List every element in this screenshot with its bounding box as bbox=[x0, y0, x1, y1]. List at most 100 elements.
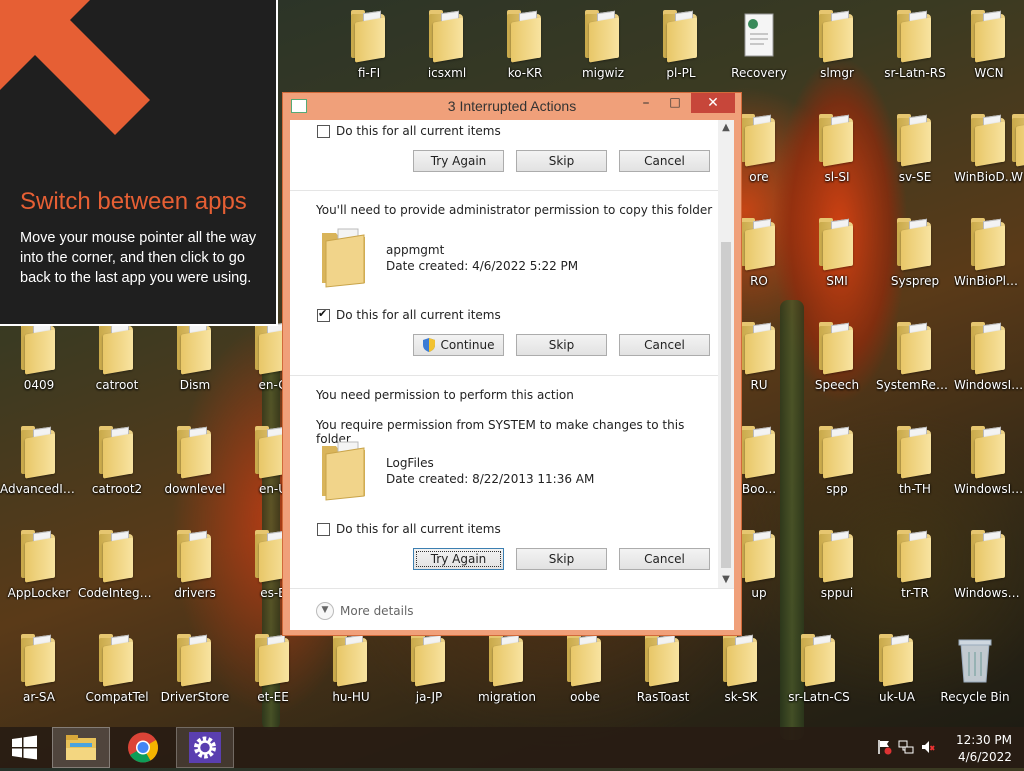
action-center-flag-icon[interactable] bbox=[876, 739, 892, 755]
folder-icon bbox=[895, 10, 935, 63]
desktop-icon-label: uk-UA bbox=[879, 690, 915, 704]
close-button[interactable]: ✕ bbox=[691, 93, 735, 113]
desktop-icon[interactable]: SMI bbox=[798, 214, 876, 314]
desktop-icon[interactable]: Sysprep bbox=[876, 214, 954, 314]
desktop-icon[interactable]: et-EE bbox=[234, 630, 312, 730]
desktop-icon[interactable]: catroot bbox=[78, 318, 156, 418]
folder-icon bbox=[253, 634, 293, 687]
file-entry[interactable]: LogFiles Date created: 8/22/2013 11:36 A… bbox=[320, 438, 680, 508]
apply-all-checkbox-2[interactable]: Do this for all current items bbox=[317, 307, 501, 322]
desktop-icon[interactable]: downlevel bbox=[156, 422, 234, 522]
desktop-icon[interactable]: drivers bbox=[156, 526, 234, 626]
scroll-up-icon[interactable]: ▲ bbox=[718, 120, 734, 136]
continue-button[interactable]: Continue bbox=[413, 334, 504, 356]
desktop-icon[interactable]: ko-KR bbox=[486, 6, 564, 106]
folder-icon bbox=[331, 634, 371, 687]
skip-button[interactable]: Skip bbox=[516, 548, 607, 570]
desktop-icon[interactable]: 0409 bbox=[0, 318, 78, 418]
desktop-icon[interactable]: DriverStore bbox=[156, 630, 234, 730]
desktop-icon[interactable]: CompatTel bbox=[78, 630, 156, 730]
desktop-icon[interactable]: hu-HU bbox=[312, 630, 390, 730]
arrow-up-left-icon bbox=[0, 0, 150, 135]
folder-icon bbox=[739, 426, 779, 479]
desktop-icon-label: CodeIntegrity bbox=[78, 586, 156, 600]
desktop-icon-label: sr-Latn-CS bbox=[788, 690, 850, 704]
vertical-scrollbar[interactable]: ▲ ▼ bbox=[718, 120, 734, 588]
desktop-icon[interactable]: sv-SE bbox=[876, 110, 954, 210]
file-entry[interactable]: appmgmt Date created: 4/6/2022 5:22 PM bbox=[320, 225, 680, 295]
checkbox-box[interactable] bbox=[317, 522, 330, 536]
checkbox-box[interactable] bbox=[317, 307, 330, 322]
desktop-icon-label: pl-PL bbox=[666, 66, 696, 80]
desktop-icon[interactable]: fi-FI bbox=[330, 6, 408, 106]
desktop-icon[interactable]: sl-SI bbox=[798, 110, 876, 210]
desktop-icon[interactable]: icsxml bbox=[408, 6, 486, 106]
desktop-icon[interactable]: W bbox=[1010, 110, 1024, 210]
desktop-icon[interactable]: migwiz bbox=[564, 6, 642, 106]
start-button[interactable] bbox=[0, 727, 48, 768]
dialog-titlebar[interactable]: 3 Interrupted Actions – □ ✕ bbox=[283, 93, 741, 119]
folder-icon bbox=[739, 114, 779, 167]
desktop-icon[interactable]: Dism bbox=[156, 318, 234, 418]
desktop-icon[interactable]: oobe bbox=[546, 630, 624, 730]
desktop-icon[interactable]: slmgr bbox=[798, 6, 876, 106]
checkbox-box[interactable] bbox=[317, 124, 330, 138]
desktop-icon[interactable]: WindowsInt... bbox=[954, 318, 1024, 418]
desktop-icon[interactable]: WCN bbox=[954, 6, 1024, 106]
desktop-icon[interactable]: spp bbox=[798, 422, 876, 522]
try-again-button[interactable]: Try Again bbox=[413, 150, 504, 172]
clock-time[interactable]: 12:30 PM bbox=[956, 733, 1012, 747]
checkbox-label: Do this for all current items bbox=[336, 522, 501, 536]
apply-all-checkbox-3[interactable]: Do this for all current items bbox=[317, 522, 501, 536]
desktop-icon-label: sk-SK bbox=[724, 690, 758, 704]
desktop-icon[interactable]: catroot2 bbox=[78, 422, 156, 522]
desktop-icon[interactable]: AppLocker bbox=[0, 526, 78, 626]
volume-muted-icon[interactable] bbox=[920, 739, 936, 755]
folder-icon bbox=[175, 426, 215, 479]
desktop-icon[interactable]: WindowsInt... bbox=[954, 422, 1024, 522]
desktop-icon[interactable]: Recovery bbox=[720, 6, 798, 106]
taskbar-file-explorer[interactable] bbox=[52, 727, 110, 768]
desktop-icon[interactable]: AdvancedIn... bbox=[0, 422, 78, 522]
cancel-button[interactable]: Cancel bbox=[619, 150, 710, 172]
apply-all-checkbox-1[interactable]: Do this for all current items bbox=[317, 124, 501, 138]
skip-button[interactable]: Skip bbox=[516, 150, 607, 172]
desktop-icon[interactable]: migration bbox=[468, 630, 546, 730]
desktop-icon[interactable]: SystemRese... bbox=[876, 318, 954, 418]
desktop-icon-label: migwiz bbox=[581, 66, 625, 80]
desktop-icon[interactable]: WinBioPlug... bbox=[954, 214, 1024, 314]
desktop-icon[interactable]: sk-SK bbox=[702, 630, 780, 730]
cancel-button[interactable]: Cancel bbox=[619, 548, 710, 570]
cancel-button[interactable]: Cancel bbox=[619, 334, 710, 356]
clock-date[interactable]: 4/6/2022 bbox=[958, 750, 1012, 764]
permission-message: You need permission to perform this acti… bbox=[316, 388, 574, 402]
desktop-icon[interactable]: Speech bbox=[798, 318, 876, 418]
taskbar-chrome[interactable] bbox=[114, 727, 172, 768]
try-again-button[interactable]: Try Again bbox=[413, 548, 504, 570]
desktop-icon[interactable]: ar-SA bbox=[0, 630, 78, 730]
maximize-button[interactable]: □ bbox=[662, 95, 688, 113]
desktop-icon[interactable]: WindowsPo... bbox=[954, 526, 1024, 626]
desktop-icon[interactable]: tr-TR bbox=[876, 526, 954, 626]
desktop-icon[interactable]: uk-UA bbox=[858, 630, 936, 730]
desktop-icon[interactable]: th-TH bbox=[876, 422, 954, 522]
desktop-icon[interactable]: RasToast bbox=[624, 630, 702, 730]
folder-icon bbox=[817, 10, 857, 63]
minimize-button[interactable]: – bbox=[633, 95, 659, 113]
folder-icon bbox=[895, 426, 935, 479]
desktop-icon[interactable]: CodeIntegrity bbox=[78, 526, 156, 626]
desktop-icon[interactable]: sr-Latn-RS bbox=[876, 6, 954, 106]
chevron-down-icon: ▼ bbox=[316, 602, 334, 620]
scrollbar-thumb[interactable] bbox=[721, 242, 731, 568]
folder-icon bbox=[969, 114, 1009, 167]
taskbar-settings[interactable] bbox=[176, 727, 234, 768]
desktop-icon[interactable]: ja-JP bbox=[390, 630, 468, 730]
scroll-down-icon[interactable]: ▼ bbox=[718, 572, 734, 588]
desktop-icon[interactable]: Recycle Bin bbox=[936, 630, 1014, 730]
desktop-icon[interactable]: pl-PL bbox=[642, 6, 720, 106]
network-icon[interactable] bbox=[898, 739, 914, 755]
desktop-icon[interactable]: sppui bbox=[798, 526, 876, 626]
more-details-toggle[interactable]: ▼ More details bbox=[316, 602, 414, 620]
desktop-icon[interactable]: sr-Latn-CS bbox=[780, 630, 858, 730]
skip-button[interactable]: Skip bbox=[516, 334, 607, 356]
